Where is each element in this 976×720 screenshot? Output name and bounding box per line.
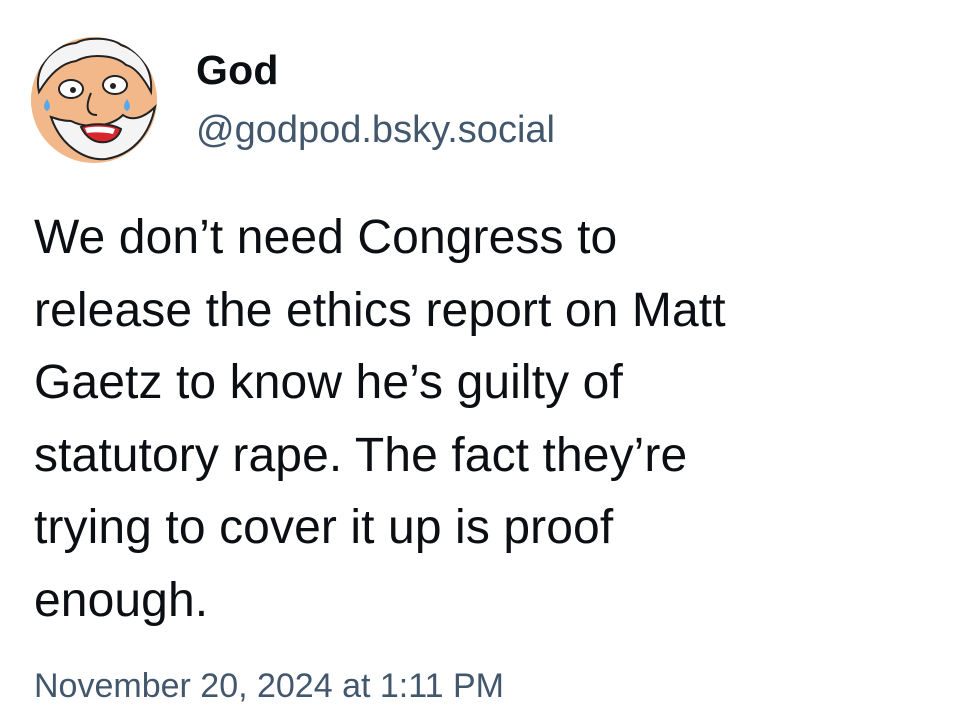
post-text-line: enough. [34,573,209,627]
post-text: We don’t need Congress to release the et… [34,202,934,637]
avatar[interactable] [31,37,157,163]
cartoon-god-avatar-icon [31,37,157,163]
post-text-line: trying to cover it up is proof [34,501,614,554]
post-card: God @godpod.bsky.social We don’t need Co… [0,0,976,720]
post-text-line: We don’t need Congress to [34,211,618,264]
post-text-line: Gaetz to know he’s guilty of [34,356,623,409]
post-timestamp[interactable]: November 20, 2024 at 1:11 PM [34,663,504,709]
author-display-name[interactable]: God [196,44,279,96]
author-handle[interactable]: @godpod.bsky.social [196,105,555,155]
post-text-line: release the ethics report on Matt [34,283,726,337]
post-text-line: statutory rape. The fact they’re [34,428,688,482]
